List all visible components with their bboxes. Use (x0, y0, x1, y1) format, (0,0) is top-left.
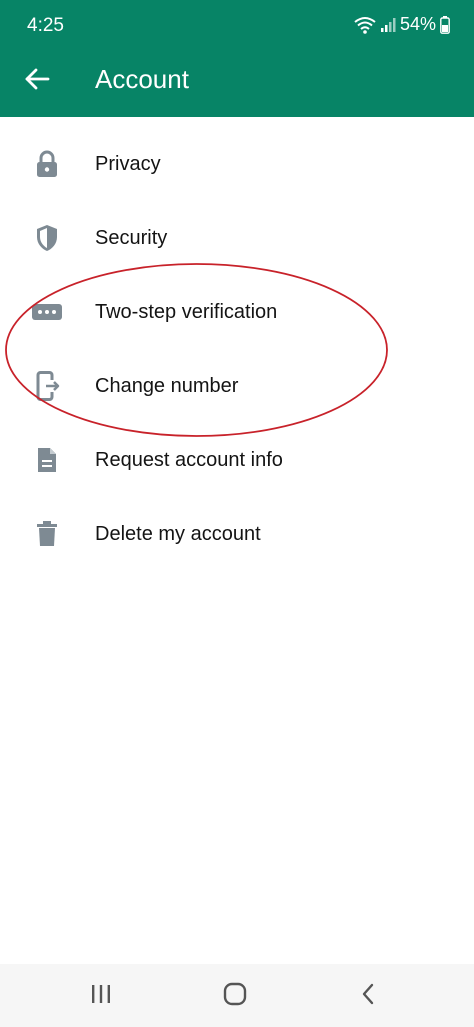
status-icons: 54% (354, 14, 450, 35)
arrow-back-icon (24, 68, 50, 95)
status-time: 4:25 (27, 15, 64, 36)
back-nav-icon (360, 983, 376, 1010)
app-bar: 4:25 54% Account (0, 0, 474, 117)
password-dots-icon (32, 297, 62, 327)
lock-icon (32, 149, 62, 179)
menu-item-label: Change number (95, 374, 239, 397)
menu-item-label: Security (95, 226, 168, 249)
back-button[interactable] (18, 62, 56, 100)
menu-item-privacy[interactable]: Privacy (0, 127, 474, 201)
account-menu: Privacy Security Two-step verification C… (0, 127, 474, 571)
menu-item-label: Request account info (95, 448, 283, 471)
recent-apps-button[interactable] (81, 980, 121, 1012)
recent-apps-icon (90, 984, 112, 1009)
battery-icon (440, 15, 450, 34)
shield-icon (32, 223, 62, 253)
battery-percent: 54% (399, 14, 436, 34)
menu-item-change-number[interactable]: Change number (0, 349, 474, 423)
menu-item-request-account-info[interactable]: Request account info (0, 423, 474, 497)
system-navigation-bar (0, 964, 474, 1027)
system-back-button[interactable] (348, 980, 388, 1012)
menu-item-label: Delete my account (95, 522, 261, 545)
home-icon (223, 982, 247, 1011)
wifi-icon (354, 16, 376, 34)
menu-item-label: Two-step verification (95, 300, 278, 323)
trash-icon (32, 519, 62, 549)
phone-change-icon (32, 371, 62, 401)
menu-item-security[interactable]: Security (0, 201, 474, 275)
document-icon (32, 445, 62, 475)
menu-item-label: Privacy (95, 152, 161, 175)
menu-item-two-step-verification[interactable]: Two-step verification (0, 275, 474, 349)
home-button[interactable] (215, 980, 255, 1012)
signal-icon (380, 17, 396, 33)
menu-item-delete-my-account[interactable]: Delete my account (0, 497, 474, 571)
page-title: Account (95, 64, 189, 94)
